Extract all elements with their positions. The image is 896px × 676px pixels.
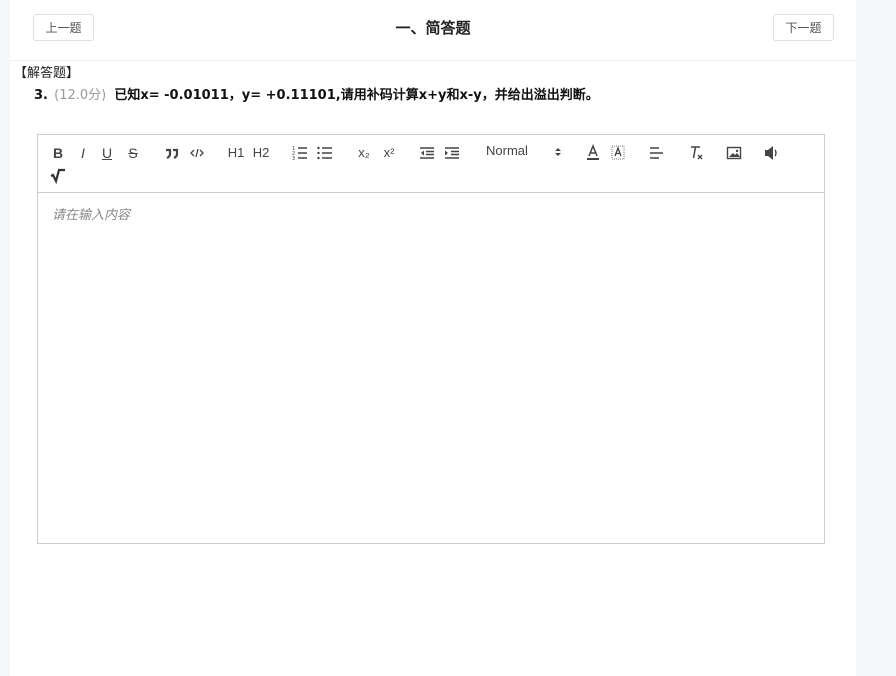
rich-text-editor: B I U S H1 H2 1 2 3 x₂ x² Normal 请在输入内容 (37, 134, 825, 544)
clear-format-icon (691, 146, 703, 160)
next-question-button[interactable]: 下一题 (773, 14, 834, 41)
blockquote-button[interactable] (164, 143, 180, 163)
bullet-list-icon (317, 146, 332, 160)
font-color-button[interactable] (585, 143, 601, 163)
formula-sqrt-icon (50, 168, 65, 185)
speaker-icon (765, 146, 777, 160)
insert-audio-button[interactable] (763, 143, 779, 163)
question-stem: 3. (12.0分) 已知x= -0.01011，y= +0.11101,请用补… (34, 84, 599, 103)
svg-text:3: 3 (292, 156, 295, 162)
editor-toolbar: B I U S H1 H2 1 2 3 x₂ x² Normal (38, 135, 824, 193)
quote-icon (166, 148, 179, 159)
page-title: 一、简答题 (395, 19, 471, 37)
indent-icon (445, 147, 459, 159)
strike-button[interactable]: S (126, 143, 140, 163)
h1-button[interactable]: H1 (227, 143, 245, 163)
indent-button[interactable] (444, 143, 460, 163)
header-select[interactable]: Normal (486, 141, 570, 161)
background-color-icon (611, 145, 625, 160)
exam-page: 上一题 一、简答题 下一题 【解答题】 3. (12.0分) 已知x= -0.0… (10, 0, 856, 676)
outdent-icon (420, 147, 434, 159)
align-left-icon (650, 147, 663, 159)
clear-format-button[interactable] (688, 143, 704, 163)
subscript-button[interactable]: x₂ (355, 143, 373, 163)
code-icon (190, 148, 204, 158)
question-score: (12.0分) (54, 88, 107, 103)
code-block-button[interactable] (189, 143, 205, 163)
background-color-button[interactable] (610, 143, 626, 163)
question-number: 3. (34, 88, 48, 103)
select-arrows-icon (555, 148, 561, 156)
outdent-button[interactable] (419, 143, 435, 163)
question-type-label: 【解答题】 (14, 66, 80, 81)
align-button[interactable] (649, 143, 665, 163)
font-color-icon (587, 143, 599, 160)
editor-content-area[interactable] (38, 193, 824, 543)
ordered-list-icon: 1 2 3 (292, 146, 307, 162)
page-header: 上一题 一、简答题 下一题 (10, 0, 856, 61)
bold-button[interactable]: B (51, 143, 65, 163)
image-icon (726, 146, 742, 160)
insert-formula-button[interactable] (50, 165, 66, 185)
question-text: 已知x= -0.01011，y= +0.11101,请用补码计算x+y和x-y，… (114, 88, 599, 103)
h2-button[interactable]: H2 (252, 143, 270, 163)
bullet-list-button[interactable] (317, 143, 333, 163)
superscript-button[interactable]: x² (380, 143, 398, 163)
ordered-list-button[interactable]: 1 2 3 (292, 143, 308, 163)
editor-placeholder: 请在输入内容 (52, 208, 131, 223)
header-select-value: Normal (486, 143, 528, 158)
italic-button[interactable]: I (76, 143, 90, 163)
insert-image-button[interactable] (726, 143, 742, 163)
underline-button[interactable]: U (100, 143, 114, 163)
